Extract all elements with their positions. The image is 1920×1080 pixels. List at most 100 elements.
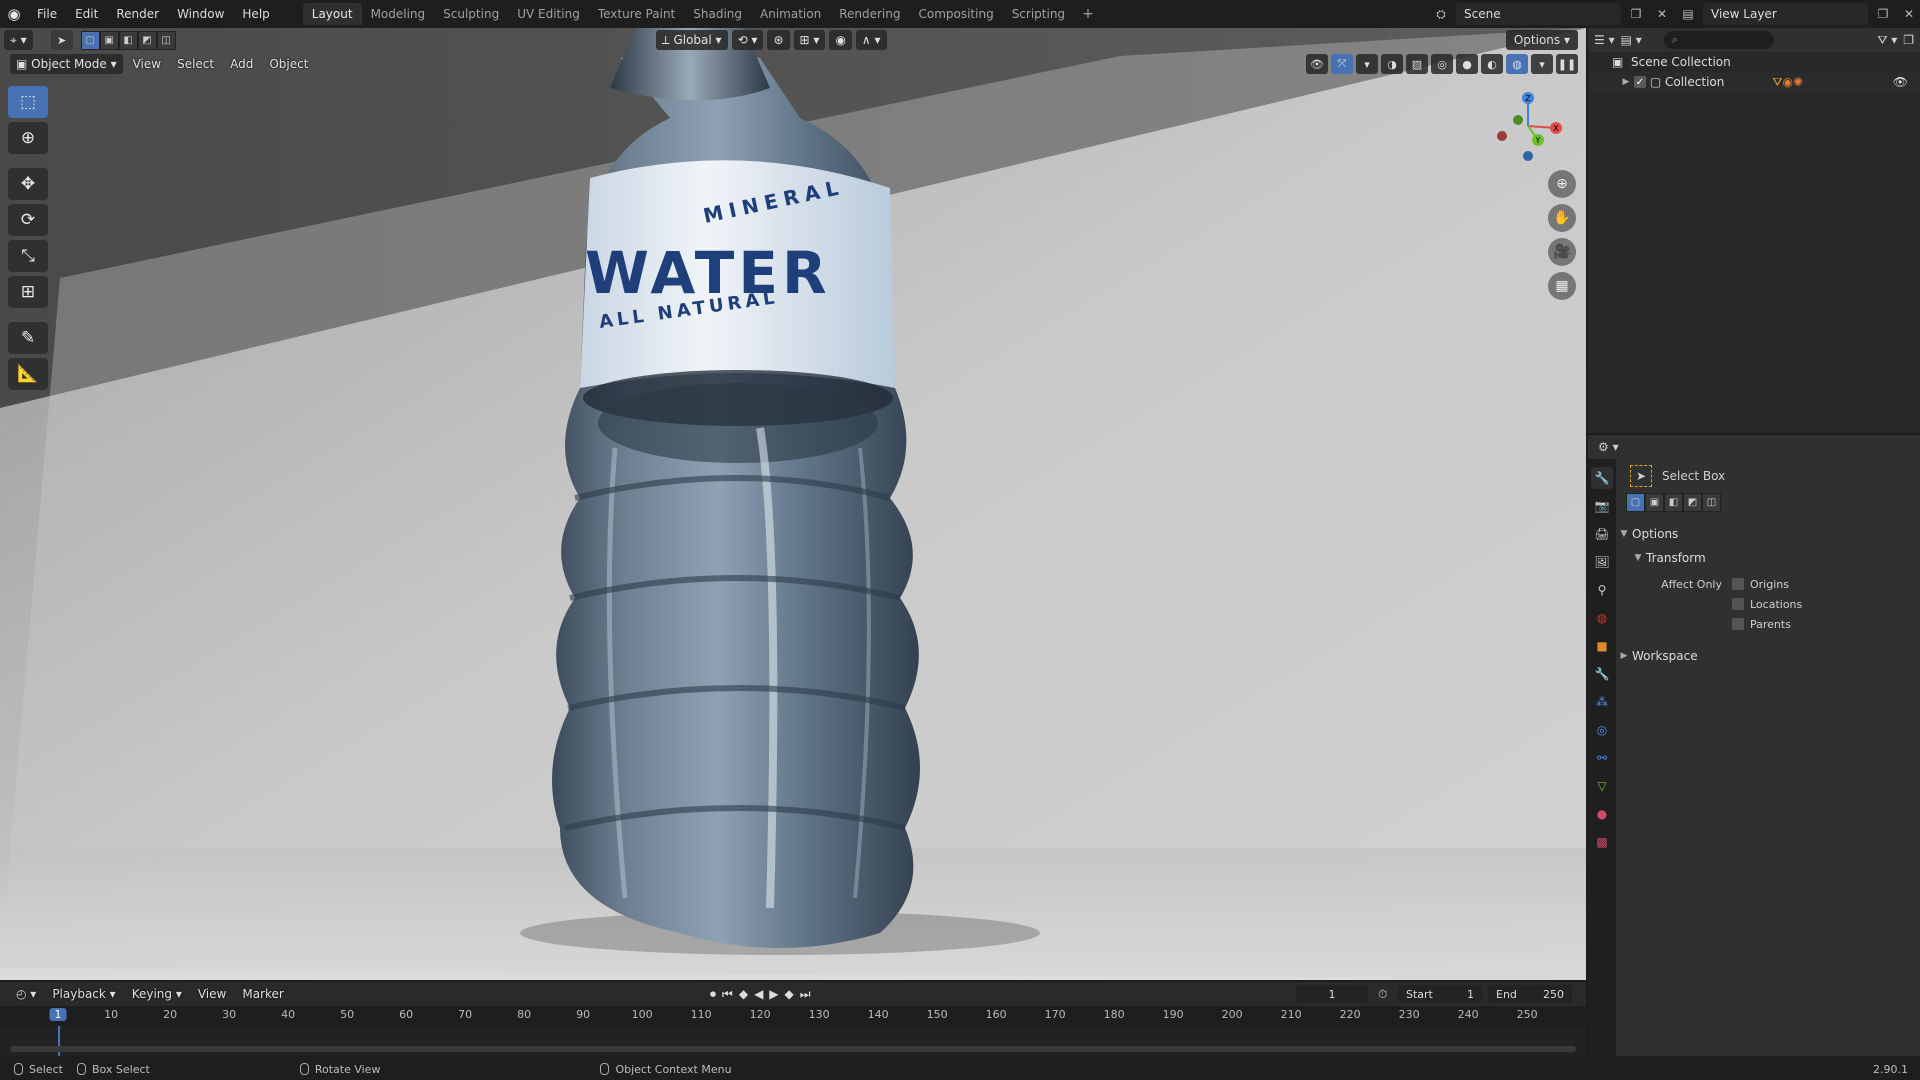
rendered-shading-icon[interactable]: ◍ xyxy=(1506,54,1528,74)
add-workspace-button[interactable]: + xyxy=(1074,6,1102,22)
outliner-search-input[interactable]: ⌕ xyxy=(1663,31,1774,49)
camera-view-icon[interactable]: 🎥 xyxy=(1548,238,1576,266)
perspective-grid-icon[interactable]: ▦ xyxy=(1548,272,1576,300)
tab-modeling[interactable]: Modeling xyxy=(362,3,435,25)
data-tab-icon[interactable]: ▽ xyxy=(1591,775,1613,797)
tab-texture-paint[interactable]: Texture Paint xyxy=(589,3,684,25)
timeline-scrollbar[interactable] xyxy=(10,1046,1576,1052)
display-mode-icon[interactable]: ▤ ▾ xyxy=(1621,33,1642,47)
select-box-icon[interactable]: ⬚ xyxy=(8,86,48,118)
delete-scene-icon[interactable]: ✕ xyxy=(1651,3,1673,25)
menu-file[interactable]: File xyxy=(28,3,66,25)
collection-checkbox[interactable]: ✓ xyxy=(1634,76,1646,88)
light-object-icon[interactable]: ✺ xyxy=(1793,75,1803,89)
scene-name-field[interactable]: Scene xyxy=(1456,3,1621,25)
timeline-editor-type-icon[interactable]: ◴ ▾ xyxy=(10,984,42,1004)
mode-new-icon[interactable]: ▢ xyxy=(1626,493,1645,512)
constraints-tab-icon[interactable]: ⚯ xyxy=(1591,747,1613,769)
scene-selector-icon[interactable]: ⛭ xyxy=(1430,3,1452,25)
next-keyframe-icon[interactable]: ◆ xyxy=(785,987,794,1002)
pivot-dropdown[interactable]: ⟲ ▾ xyxy=(731,30,764,50)
menu-window[interactable]: Window xyxy=(168,3,233,25)
view-layer-tab-icon[interactable]: 🖼 xyxy=(1591,551,1613,573)
select-invert-icon[interactable]: ◩ xyxy=(137,30,157,50)
menu-select[interactable]: Select xyxy=(171,54,220,74)
snap-target-dropdown[interactable]: ⊞ ▾ xyxy=(793,30,826,50)
tab-sculpting[interactable]: Sculpting xyxy=(434,3,508,25)
pause-render-icon[interactable]: ❚❚ xyxy=(1556,54,1578,74)
xray-toggle-icon[interactable]: ▨ xyxy=(1406,54,1428,74)
rotate-icon[interactable]: ⟳ xyxy=(8,204,48,236)
stopwatch-icon[interactable]: ⏱ xyxy=(1378,987,1387,1002)
scene-collection-row[interactable]: ▣ Scene Collection xyxy=(1588,52,1920,72)
proportional-edit-toggle[interactable]: ◉ xyxy=(829,30,852,50)
menu-help[interactable]: Help xyxy=(233,3,278,25)
mode-intersect-icon[interactable]: ◫ xyxy=(1702,493,1721,512)
tab-scripting[interactable]: Scripting xyxy=(1003,3,1074,25)
locations-checkbox[interactable] xyxy=(1732,598,1744,610)
shading-dropdown-icon[interactable]: ▾ xyxy=(1531,54,1553,74)
overlay-toggle-icon[interactable]: ◑ xyxy=(1381,54,1403,74)
transform-panel-header[interactable]: ▼ Transform xyxy=(1616,546,1920,570)
menu-render[interactable]: Render xyxy=(107,3,168,25)
new-collection-icon[interactable]: ❐ xyxy=(1903,33,1914,47)
solid-shading-icon[interactable]: ● xyxy=(1456,54,1478,74)
navigation-gizmo[interactable]: Z X Y xyxy=(1488,86,1568,166)
expand-arrow-icon[interactable]: ▶ xyxy=(1618,77,1634,87)
tool-tab-icon[interactable]: 🔧 xyxy=(1591,467,1613,489)
transform-icon[interactable]: ⊞ xyxy=(8,276,48,308)
mode-subtract-icon[interactable]: ◧ xyxy=(1664,493,1683,512)
menu-add[interactable]: Add xyxy=(224,54,259,74)
tab-compositing[interactable]: Compositing xyxy=(909,3,1002,25)
properties-editor-type-icon[interactable]: ⚙ ▾ xyxy=(1598,440,1619,454)
jump-end-icon[interactable]: ⏭ xyxy=(800,987,811,1002)
world-tab-icon[interactable]: ◍ xyxy=(1591,607,1613,629)
material-shading-icon[interactable]: ◐ xyxy=(1481,54,1503,74)
select-subtract-icon[interactable]: ◧ xyxy=(118,30,138,50)
move-icon[interactable]: ✥ xyxy=(8,168,48,200)
outliner-editor-type-icon[interactable]: ☰ ▾ xyxy=(1594,33,1615,47)
options-dropdown[interactable]: Options ▾ xyxy=(1505,30,1578,50)
pan-hand-icon[interactable]: ✋ xyxy=(1548,204,1576,232)
new-view-layer-icon[interactable]: ❐ xyxy=(1872,3,1894,25)
view-layer-selector-icon[interactable]: ▤ xyxy=(1677,3,1699,25)
physics-tab-icon[interactable]: ◎ xyxy=(1591,719,1613,741)
visibility-dropdown-icon[interactable]: 👁 xyxy=(1306,54,1328,74)
visibility-eye-icon[interactable]: 👁 xyxy=(1893,75,1908,89)
parents-checkbox[interactable] xyxy=(1732,618,1744,630)
tab-rendering[interactable]: Rendering xyxy=(830,3,909,25)
proportional-falloff-dropdown[interactable]: ∧ ▾ xyxy=(855,30,887,50)
new-scene-icon[interactable]: ❐ xyxy=(1625,3,1647,25)
menu-marker[interactable]: Marker xyxy=(236,984,289,1004)
object-mode-dropdown[interactable]: ▣ Object Mode ▾ xyxy=(10,54,123,74)
wireframe-shading-icon[interactable]: ◎ xyxy=(1431,54,1453,74)
filter-icon[interactable]: ⛛ ▾ xyxy=(1877,33,1897,48)
menu-timeline-view[interactable]: View xyxy=(192,984,232,1004)
tab-shading[interactable]: Shading xyxy=(684,3,751,25)
view-layer-field[interactable]: View Layer xyxy=(1703,3,1868,25)
timeline-ruler[interactable]: 1 10 20 30 40 50 60 70 80 90 100 110 120 130 140 150 160… xyxy=(0,1006,1586,1026)
current-frame-field[interactable]: 1 xyxy=(1296,985,1368,1003)
3d-viewport[interactable]: MINERAL WATER ALL NATURAL ⌖ ▾ ➤ ▢ ▣ ◧ ◩ … xyxy=(0,28,1586,980)
tab-layout[interactable]: Layout xyxy=(302,3,362,25)
tab-uv-editing[interactable]: UV Editing xyxy=(508,3,589,25)
menu-object[interactable]: Object xyxy=(263,54,314,74)
origins-checkbox[interactable] xyxy=(1732,578,1744,590)
play-icon[interactable]: ▶ xyxy=(769,987,778,1002)
tab-animation[interactable]: Animation xyxy=(751,3,830,25)
camera-object-icon[interactable]: ◉ xyxy=(1782,75,1792,89)
options-panel-header[interactable]: ▼ Options xyxy=(1616,522,1920,546)
scale-icon[interactable]: ⤡ xyxy=(8,240,48,272)
timeline-track-area[interactable] xyxy=(0,1026,1586,1056)
prev-keyframe-icon[interactable]: ◆ xyxy=(739,987,748,1002)
cursor-icon[interactable]: ⊕ xyxy=(8,122,48,154)
material-tab-icon[interactable]: ● xyxy=(1591,803,1613,825)
blender-logo-icon[interactable]: ◉ xyxy=(0,0,28,28)
menu-playback[interactable]: Playback ▾ xyxy=(46,984,121,1004)
menu-edit[interactable]: Edit xyxy=(66,3,107,25)
filter-funnel-icon[interactable]: ⛛ xyxy=(1772,75,1782,90)
output-tab-icon[interactable]: 🖨 xyxy=(1591,523,1613,545)
modifier-tab-icon[interactable]: 🔧 xyxy=(1591,663,1613,685)
play-reverse-icon[interactable]: ◀ xyxy=(754,987,763,1002)
texture-tab-icon[interactable]: ▩ xyxy=(1591,831,1613,853)
